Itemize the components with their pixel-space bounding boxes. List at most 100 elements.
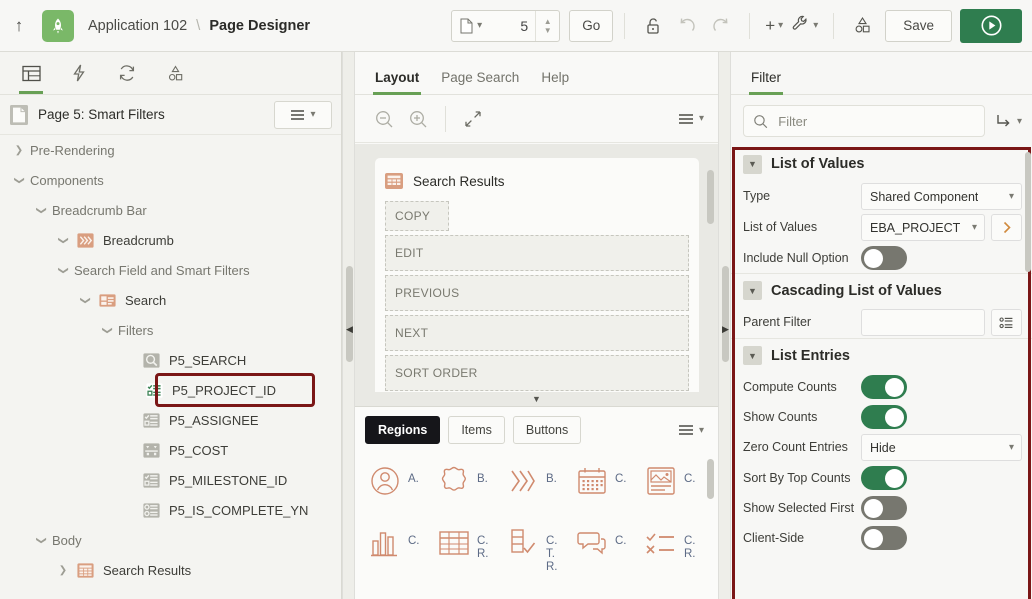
tree-node[interactable]: P5_COST <box>0 435 341 465</box>
gallery-item[interactable]: C. R. <box>643 521 712 583</box>
tree-node[interactable]: ❯ Components <box>0 165 341 195</box>
canvas-scroll-down[interactable]: ▼ <box>355 392 718 406</box>
show-selected-first-toggle[interactable] <box>861 496 907 520</box>
tree-node-body[interactable]: P5_ASSIGNEE <box>140 410 259 430</box>
chevron-down-icon[interactable]: ❯ <box>36 199 47 221</box>
tree-node-body[interactable]: P5_IS_COMPLETE_YN <box>140 500 308 520</box>
stepper-up-icon[interactable]: ▲ <box>544 17 552 26</box>
tree-node-body[interactable]: Breadcrumb Bar <box>52 203 147 218</box>
canvas-placeholder[interactable]: EDIT <box>385 235 689 271</box>
parent-filter-input[interactable] <box>861 309 985 336</box>
gallery-menu-button[interactable]: ▾ <box>678 424 704 436</box>
left-splitter-handle[interactable] <box>346 266 353 362</box>
layout-canvas[interactable]: Search Results COPY EDIT PREVIOUS NEXT SORT … <box>355 144 718 398</box>
tree-node[interactable]: ❯ Filters <box>0 315 341 345</box>
arrow-up-icon[interactable]: ↑ <box>0 0 38 52</box>
undo-icon[interactable] <box>670 9 704 43</box>
tree-node-body[interactable]: P5_MILESTONE_ID <box>140 470 287 490</box>
stepper-down-icon[interactable]: ▼ <box>544 26 552 35</box>
property-scrollbar[interactable] <box>1025 152 1031 272</box>
canvas-scrollbar[interactable] <box>707 170 714 224</box>
canvas-placeholder[interactable]: NEXT <box>385 315 689 351</box>
search-input[interactable] <box>776 112 984 130</box>
tree-node[interactable]: ❯ Search Results <box>0 555 341 585</box>
tree-node[interactable]: ❯ Breadcrumb Bar <box>0 195 341 225</box>
tab-layout[interactable]: Layout <box>372 70 422 95</box>
tree-node-body[interactable]: Search Field and Smart Filters <box>74 263 250 278</box>
chevron-down-icon[interactable]: ▼ <box>743 154 762 174</box>
zoom-in-icon[interactable] <box>401 102 435 136</box>
tree-node[interactable]: ❯ Pre-Rendering <box>0 135 341 165</box>
sidebar-item-dynamic-actions[interactable] <box>58 52 100 94</box>
chevron-down-icon[interactable]: ❯ <box>14 169 25 191</box>
gallery-item[interactable]: C. <box>574 459 643 521</box>
chevron-down-icon[interactable]: ❯ <box>58 229 69 251</box>
gallery-item[interactable]: B. <box>505 459 574 521</box>
tree-node[interactable]: P5_ASSIGNEE <box>0 405 341 435</box>
tree-node-body[interactable]: Search Results <box>74 560 191 580</box>
go-button[interactable]: Go <box>569 9 614 42</box>
tab-page-search[interactable]: Page Search <box>441 70 519 94</box>
tree-node[interactable]: ❯ Body <box>0 525 341 555</box>
list-of-values-edit-button[interactable] <box>991 214 1022 241</box>
apex-rocket-logo[interactable] <box>42 9 74 42</box>
right-splitter-handle[interactable] <box>722 266 729 362</box>
page-selector[interactable]: ▾ ▲ ▼ <box>451 9 561 42</box>
tree-node[interactable]: ❯ Search Field and Smart Filters <box>0 255 341 285</box>
tree-node-body[interactable]: Body <box>52 533 82 548</box>
gallery-item[interactable]: C. T. R. <box>505 521 574 583</box>
chevron-down-icon[interactable]: ▼ <box>743 281 762 300</box>
right-collapse-arrow[interactable]: ▶ <box>722 325 729 334</box>
include-null-option-toggle[interactable] <box>861 246 907 270</box>
tree-menu-button[interactable]: ▾ <box>274 100 332 129</box>
gallery-tab-buttons[interactable]: Buttons <box>512 416 582 444</box>
zero-count-entries-select[interactable]: Hide ▾ <box>861 434 1022 461</box>
tree-node-body[interactable]: Pre-Rendering <box>30 143 115 158</box>
breadcrumb-application[interactable]: Application 102 <box>88 18 187 34</box>
tree-node-body[interactable]: Components <box>30 173 104 188</box>
tree-node-body[interactable]: P5_COST <box>140 440 228 460</box>
tree-node[interactable]: P5_SEARCH <box>0 345 341 375</box>
shapes-icon[interactable] <box>845 9 879 43</box>
client-side-toggle[interactable] <box>861 526 907 550</box>
chevron-right-icon[interactable]: ❯ <box>52 565 74 576</box>
gallery-tab-regions[interactable]: Regions <box>365 416 441 444</box>
tree-node-body[interactable]: Breadcrumb <box>74 230 174 250</box>
zoom-out-icon[interactable] <box>367 102 401 136</box>
page-selector-dropdown[interactable]: ▾ <box>452 11 489 41</box>
sidebar-item-processing[interactable] <box>106 52 148 94</box>
right-splitter[interactable]: ▶ <box>718 52 731 599</box>
show-counts-toggle[interactable] <box>861 405 907 429</box>
chevron-right-icon[interactable]: ❯ <box>8 145 30 156</box>
property-search[interactable] <box>743 105 985 137</box>
gallery-item[interactable]: C. <box>574 521 643 583</box>
chevron-down-icon[interactable]: ❯ <box>58 259 69 281</box>
gallery-tab-items[interactable]: Items <box>448 416 505 444</box>
parent-filter-picker-button[interactable] <box>991 309 1022 336</box>
go-to-group-button[interactable]: ▾ <box>995 112 1022 130</box>
tab-filter[interactable]: Filter <box>749 70 783 95</box>
canvas-placeholder[interactable]: COPY <box>385 201 449 231</box>
page-number-stepper[interactable]: ▲ ▼ <box>535 10 559 41</box>
save-button[interactable]: Save <box>885 9 952 42</box>
property-section-header[interactable]: ▼ Cascading List of Values <box>731 273 1032 307</box>
gallery-item[interactable]: A. <box>367 459 436 521</box>
property-section-header[interactable]: ▼ List of Values <box>731 147 1032 181</box>
gallery-scrollbar[interactable] <box>707 459 714 499</box>
unlock-icon[interactable] <box>636 9 670 43</box>
chevron-down-icon[interactable]: ❯ <box>36 529 47 551</box>
tree-node[interactable]: ❯ Search <box>0 285 341 315</box>
type-select[interactable]: Shared Component ▾ <box>861 183 1022 210</box>
utilities-button[interactable]: ▾ <box>787 9 822 43</box>
gallery-item[interactable]: C. <box>367 521 436 583</box>
chevron-down-icon[interactable]: ❯ <box>80 289 91 311</box>
gallery-item[interactable]: C. <box>643 459 712 521</box>
tree-node[interactable]: P5_IS_COMPLETE_YN <box>0 495 341 525</box>
chevron-down-icon[interactable]: ▼ <box>743 346 762 365</box>
add-component-button[interactable]: + ▾ <box>761 9 787 43</box>
chevron-down-icon[interactable]: ❯ <box>102 319 113 341</box>
left-collapse-arrow[interactable]: ◀ <box>346 325 353 334</box>
expand-arrows-icon[interactable] <box>456 102 490 136</box>
left-splitter[interactable]: ◀ <box>342 52 355 599</box>
sort-by-top-counts-toggle[interactable] <box>861 466 907 490</box>
